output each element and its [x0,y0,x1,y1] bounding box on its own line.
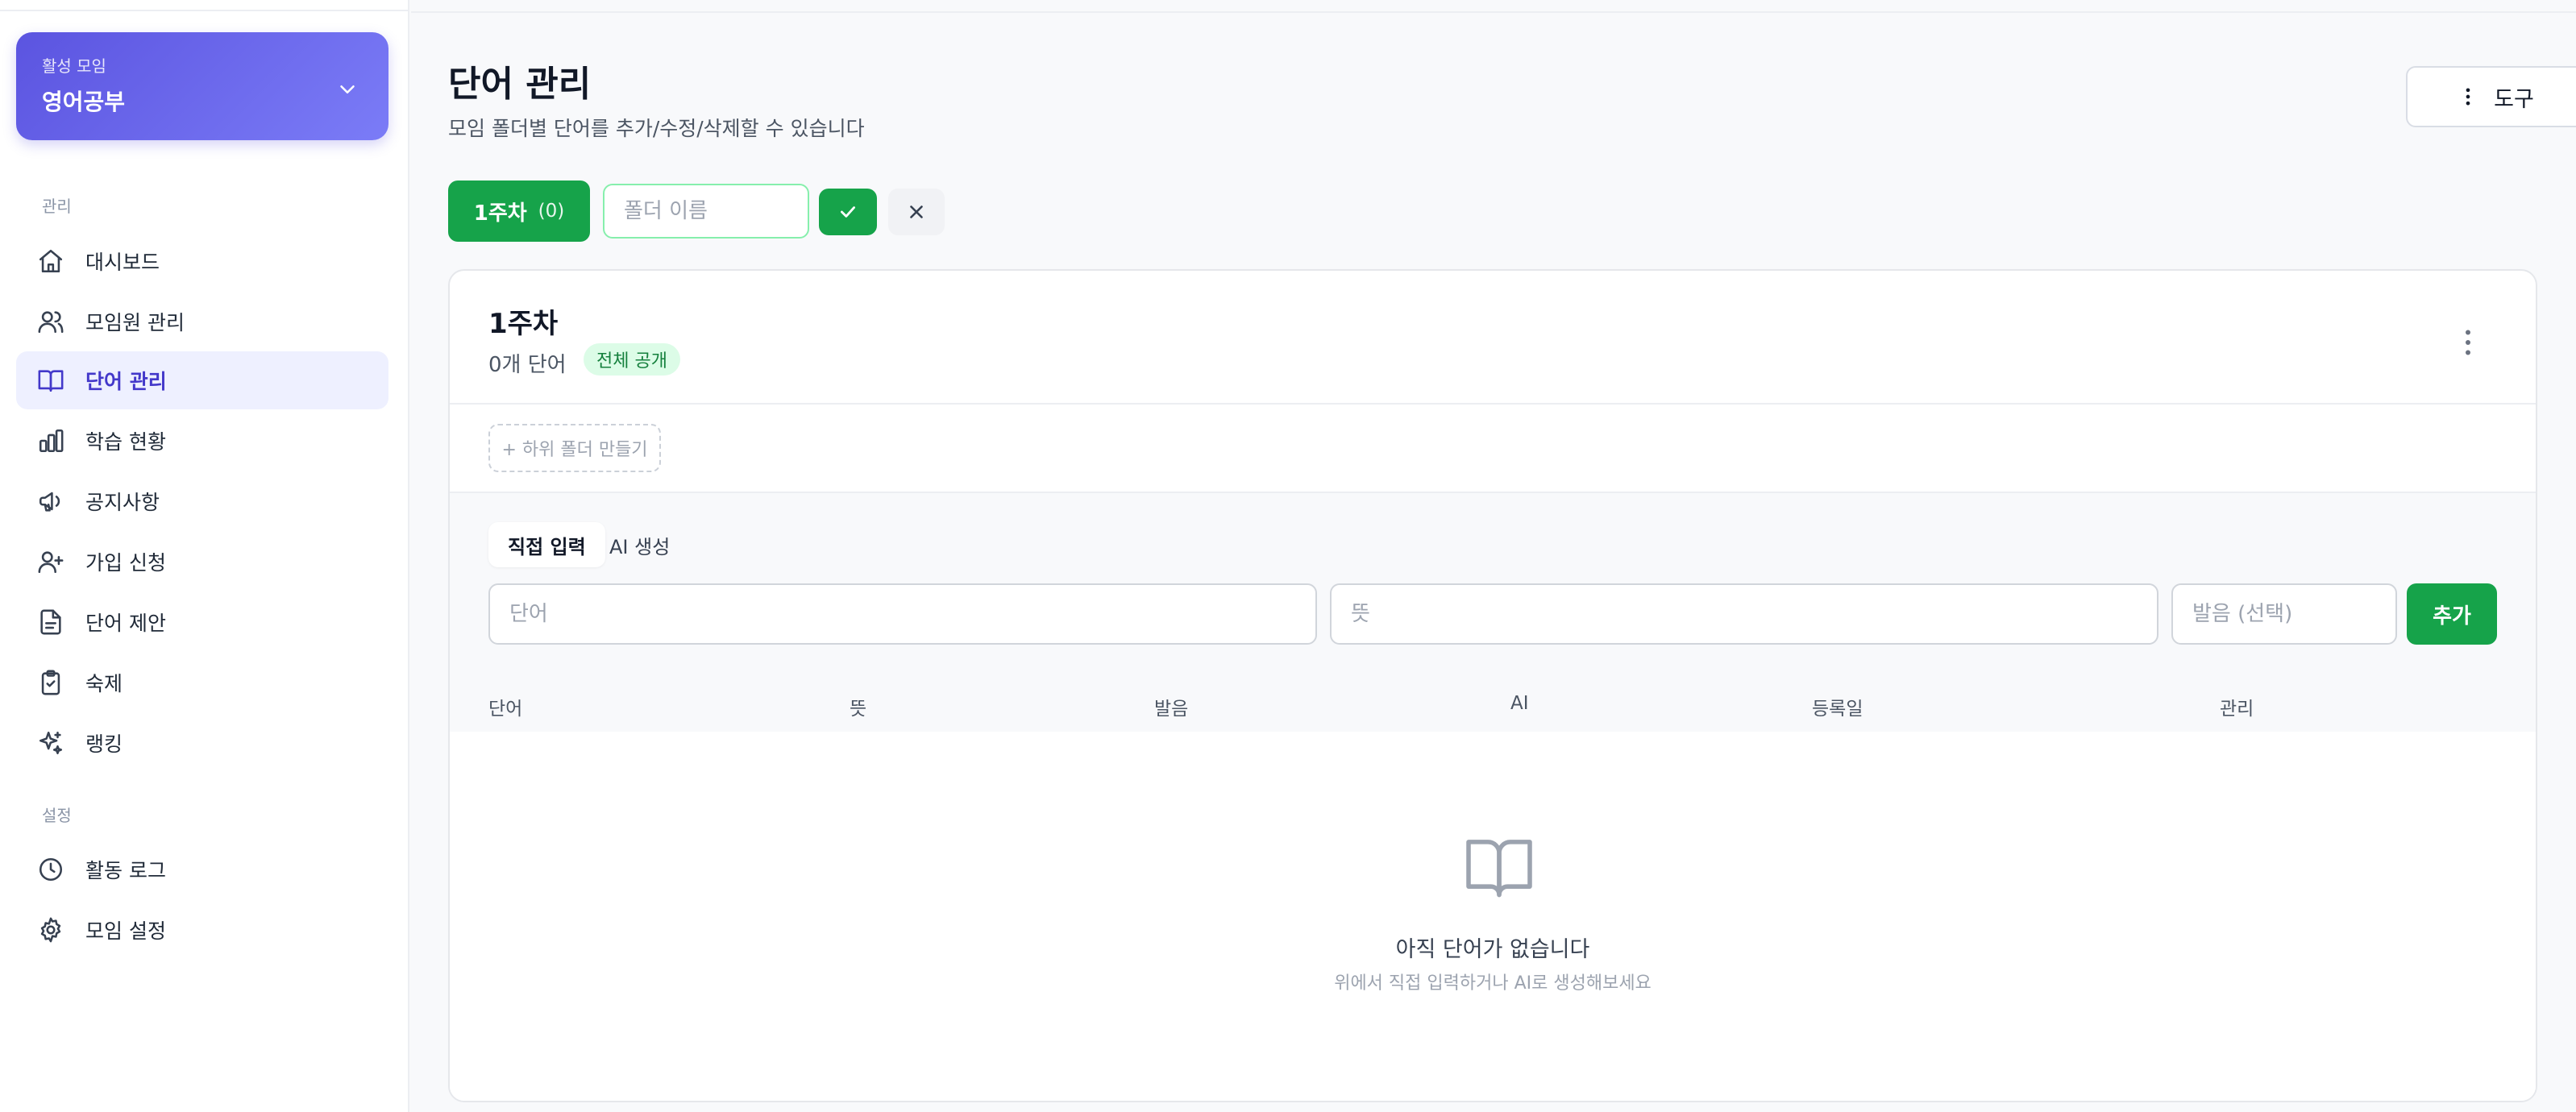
tab-manual-input[interactable]: 직접 입력 [488,522,605,567]
bar-chart-icon [37,427,64,454]
sidebar-item-label: 숙제 [85,672,123,695]
document-icon [37,608,64,636]
top-bar [411,0,2576,13]
home-icon [37,247,64,275]
tools-label: 도구 [2494,86,2534,112]
cancel-folder-button[interactable] [888,189,945,235]
tools-button[interactable]: 도구 [2406,66,2576,127]
gear-icon [37,916,64,944]
page-subtitle: 모임 폴더별 단어를 추가/수정/삭제할 수 있습니다 [448,117,865,140]
word-input-area: 직접 입력 AI 생성 추가 단어 뜻 발음 AI 등록일 관리 아직 단어가 … [450,492,2536,1101]
page-title: 단어 관리 [448,64,592,105]
user-plus-icon [37,548,64,575]
more-vertical-icon [2466,88,2470,106]
folder-tab-active[interactable]: 1주차 (0) [448,180,590,242]
book-icon [37,367,64,394]
sidebar-item-label: 가입 신청 [85,551,166,575]
users-icon [37,308,64,335]
active-group-selector[interactable]: 활성 모임 영어공부 [16,32,388,140]
empty-state-subtitle: 위에서 직접 입력하거나 AI로 생성해보세요 [1334,973,1652,994]
folder-tab-count: (0) [538,201,565,222]
open-book-icon [1466,840,1532,898]
sidebar-item-label: 단어 관리 [85,370,167,393]
section-label-settings: 설정 [42,806,72,825]
empty-state-title: 아직 단어가 없습니다 [1395,937,1590,962]
sidebar-item-notices[interactable]: 공지사항 [16,472,388,530]
close-icon [910,205,923,218]
sidebar-item-ranking[interactable]: 랭킹 [16,714,388,772]
section-label-manage: 관리 [42,197,72,216]
sidebar-item-label: 단어 제안 [85,612,166,635]
column-header-ai: AI [1510,693,1529,714]
new-folder-name-input[interactable] [603,184,809,239]
sidebar-item-label: 모임 설정 [85,919,166,943]
active-group-name: 영어공부 [42,89,126,115]
column-header-meaning: 뜻 [850,699,867,720]
main-content: 단어 관리 모임 폴더별 단어를 추가/수정/삭제할 수 있습니다 도구 1주차… [411,0,2576,1112]
tab-ai-generate[interactable]: AI 생성 [590,522,689,567]
more-vertical-icon [2466,330,2470,355]
sidebar-item-group-settings[interactable]: 모임 설정 [16,901,388,959]
card-divider [450,403,2536,405]
sidebar-item-label: 대시보드 [85,251,160,274]
sidebar-item-label: 공지사항 [85,491,160,514]
folder-tab-name: 1주차 [473,201,527,226]
folder-card: 1주차 0개 단어 전체 공개 + 하위 폴더 만들기 직접 입력 AI 생성 … [448,269,2537,1102]
sidebar-item-label: 활동 로그 [85,859,166,882]
active-group-caption: 활성 모임 [42,56,106,76]
sidebar-item-homework[interactable]: 숙제 [16,654,388,712]
sidebar: 활성 모임 영어공부 관리 대시보드 모임원 관리 단어 관리 학습 현황 공지… [0,0,409,1112]
sparkles-icon [37,729,64,757]
megaphone-icon [37,488,64,515]
sidebar-item-label: 랭킹 [85,732,123,756]
sidebar-item-label: 학습 현황 [85,430,166,454]
sidebar-item-dashboard[interactable]: 대시보드 [16,232,388,290]
column-header-word: 단어 [488,699,523,720]
add-word-button[interactable]: 추가 [2407,583,2497,645]
column-header-pronunciation: 발음 [1154,699,1189,720]
word-table-body: 아직 단어가 없습니다 위에서 직접 입력하거나 AI로 생성해보세요 [450,732,2536,1101]
folder-word-count: 0개 단어 [488,353,567,377]
sidebar-top-divider [0,0,409,11]
sidebar-item-join-requests[interactable]: 가입 신청 [16,533,388,591]
sidebar-item-label: 모임원 관리 [85,311,185,334]
sidebar-item-members[interactable]: 모임원 관리 [16,293,388,351]
meaning-input[interactable] [1330,583,2158,645]
sidebar-item-progress[interactable]: 학습 현황 [16,412,388,470]
clipboard-check-icon [37,669,64,696]
visibility-badge: 전체 공개 [584,343,680,376]
word-input[interactable] [488,583,1317,645]
add-subfolder-button[interactable]: + 하위 폴더 만들기 [488,424,661,472]
sidebar-item-word-suggestions[interactable]: 단어 제안 [16,593,388,651]
column-header-actions: 관리 [2220,699,2254,720]
word-table-header: 단어 뜻 발음 AI 등록일 관리 [450,675,2536,732]
sidebar-item-words[interactable]: 단어 관리 [16,351,388,409]
folder-menu-button[interactable] [2452,322,2484,363]
folder-card-title: 1주차 [488,308,559,340]
check-icon [841,206,855,218]
pronunciation-input[interactable] [2171,583,2397,645]
chevron-down-icon [340,85,355,93]
sidebar-item-activity-log[interactable]: 활동 로그 [16,840,388,898]
column-header-created: 등록일 [1812,699,1863,720]
confirm-folder-button[interactable] [819,189,877,235]
clock-icon [37,856,64,883]
